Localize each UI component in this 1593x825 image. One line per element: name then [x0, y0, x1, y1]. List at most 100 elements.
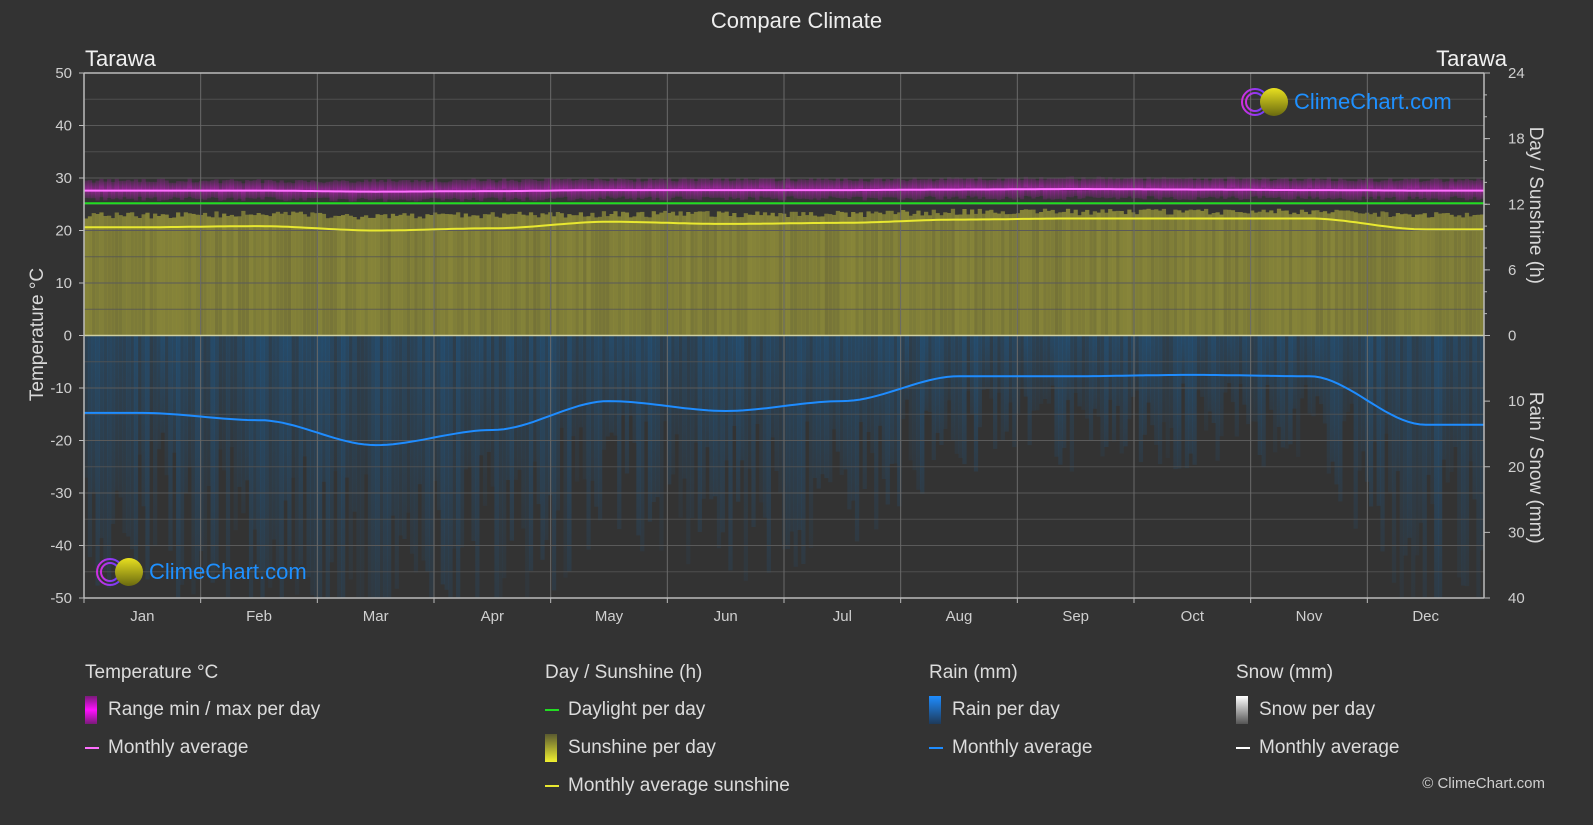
rain-day-bar — [199, 335, 204, 551]
rain-day-bar — [1257, 335, 1262, 455]
temp-range-day-bar — [705, 178, 710, 198]
temp-range-day-bar — [544, 178, 549, 199]
rain-day-bar — [1081, 335, 1086, 410]
sunshine-day-bar — [709, 216, 714, 336]
sunshine-day-bar — [1376, 216, 1381, 336]
temp-range-day-bar — [107, 179, 112, 198]
sunshine-day-bar — [1157, 210, 1163, 336]
sunshine-day-bar — [179, 216, 185, 336]
sunshine-day-bar — [985, 210, 990, 336]
temp-range-swatch — [85, 696, 97, 724]
rain-day-bar — [904, 335, 910, 400]
sunshine-day-bar — [1361, 213, 1366, 336]
rain-day-bar — [720, 335, 725, 533]
sunshine-day-bar — [609, 214, 614, 336]
sunshine-day-bar — [87, 216, 93, 336]
sunshine-day-bar — [644, 216, 649, 336]
sunshine-day-bar — [766, 215, 771, 336]
snow-swatch — [1236, 696, 1248, 724]
temp-range-day-bar — [751, 179, 756, 198]
sunshine-day-bar — [241, 210, 246, 336]
rain-day-bar — [1334, 335, 1339, 485]
sunshine-day-bar — [1315, 210, 1320, 336]
temp-range-day-bar — [835, 177, 841, 198]
rain-day-bar — [179, 335, 185, 585]
legend-sunshine: Day / Sunshine (h) Daylight per day Suns… — [545, 662, 790, 812]
temp-range-day-bar — [747, 179, 752, 198]
temp-range-day-bar — [463, 180, 468, 200]
rain-day-bar — [1238, 335, 1243, 384]
legend-item: Monthly average — [929, 736, 1092, 760]
sunshine-day-bar — [505, 214, 511, 336]
sunshine-day-bar — [137, 218, 142, 336]
left-tick-label: 10 — [55, 275, 72, 292]
rain-day-bar — [1031, 335, 1036, 411]
legend-item: Snow per day — [1236, 696, 1399, 724]
temp-range-day-bar — [597, 179, 603, 198]
rain-day-bar — [118, 335, 123, 498]
sunshine-day-bar — [329, 217, 334, 336]
sunshine-day-bar — [881, 214, 887, 336]
sunshine-day-bar — [847, 216, 852, 336]
rain-day-bar — [1464, 335, 1470, 587]
rain-day-bar — [137, 335, 142, 455]
temp-range-day-bar — [126, 179, 131, 199]
rain-day-bar — [390, 335, 396, 516]
sunshine-day-bar — [1142, 209, 1147, 336]
rain-day-bar — [858, 335, 864, 423]
sunshine-day-bar — [605, 216, 610, 336]
rain-axis-title: Rain / Snow (mm) — [1525, 392, 1546, 544]
rain-day-bar — [329, 335, 334, 563]
rain-day-bar — [298, 335, 304, 565]
sunshine-day-bar — [475, 215, 480, 336]
sunshine-day-bar — [1035, 213, 1040, 336]
rain-day-bar — [1338, 335, 1343, 502]
rain-day-bar — [1430, 335, 1435, 505]
rain-day-bar — [594, 335, 599, 507]
temp-range-day-bar — [620, 178, 626, 197]
temp-range-day-bar — [490, 180, 495, 198]
sunshine-day-bar — [586, 216, 591, 336]
sunshine-day-bar — [149, 218, 154, 336]
rain-day-bar — [1150, 335, 1155, 426]
rain-day-bar — [935, 335, 940, 433]
rain-day-bar — [1065, 335, 1071, 401]
sunshine-day-bar — [225, 216, 231, 336]
rain-day-bar — [1008, 335, 1013, 403]
temp-range-day-bar — [885, 179, 890, 198]
rain-day-bar — [924, 335, 929, 411]
rain-day-bar — [310, 335, 315, 596]
rain-day-bar — [1211, 335, 1216, 423]
sunshine-day-bar — [509, 213, 514, 336]
temp-range-day-bar — [364, 179, 369, 199]
rain-day-bar — [732, 335, 737, 426]
rain-day-bar — [812, 335, 818, 478]
rain-tick-label: 40 — [1508, 590, 1525, 607]
legend-temperature: Temperature °C Range min / max per day M… — [85, 662, 320, 774]
sunshine-day-bar — [1016, 213, 1021, 336]
rain-day-bar — [222, 335, 227, 471]
sunshine-day-bar — [1414, 214, 1420, 336]
sunshine-day-bar — [970, 209, 975, 336]
rain-day-bar — [900, 335, 906, 420]
rain-day-bar — [1395, 335, 1401, 472]
sunshine-day-bar — [279, 213, 284, 336]
sunshine-day-bar — [356, 219, 361, 336]
rain-day-bar — [605, 335, 610, 437]
sunshine-day-bar — [425, 214, 430, 336]
rain-day-bar — [1127, 335, 1132, 420]
temp-range-day-bar — [1204, 178, 1209, 198]
sunshine-day-bar — [1119, 211, 1124, 336]
sunshine-day-bar — [1430, 217, 1435, 336]
rain-day-bar — [1016, 335, 1021, 414]
temp-avg-swatch — [85, 747, 99, 749]
sunshine-day-bar — [563, 217, 568, 336]
month-label: Apr — [481, 608, 504, 625]
sunshine-day-bar — [145, 212, 150, 336]
sunshine-day-bar — [1273, 213, 1278, 336]
rain-day-bar — [574, 335, 580, 482]
rain-day-bar — [912, 335, 917, 471]
sunshine-day-bar — [912, 213, 917, 336]
left-tick-label: 40 — [55, 118, 72, 135]
temp-range-day-bar — [1008, 177, 1013, 199]
